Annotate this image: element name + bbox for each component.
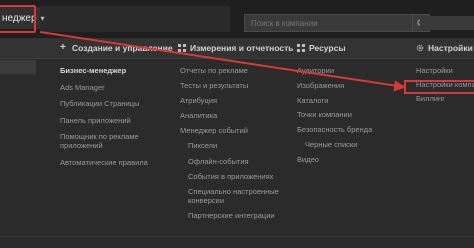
menu-item-page-posts[interactable]: Публикации Страницы <box>60 99 160 108</box>
chevron-down-icon: ▾ <box>40 13 45 23</box>
highlight-box-business-settings <box>404 80 474 94</box>
menu-item-app-dashboard[interactable]: Панель приложений <box>60 116 160 125</box>
account-switcher[interactable] <box>420 16 474 30</box>
menu-item-app-events[interactable]: События в приложениях <box>180 172 288 181</box>
menu-item-business-manager[interactable]: Бизнес-менеджер <box>60 66 160 75</box>
topbar-blurred-area <box>40 6 230 32</box>
menu-item-analytics[interactable]: Аналитика <box>180 111 288 120</box>
menu-item-offline-events[interactable]: Офлайн-события <box>180 157 288 166</box>
section-header-settings: Настройки <box>416 38 473 58</box>
search-input[interactable] <box>244 14 414 32</box>
menu-item-billing[interactable]: Биллинг <box>416 94 474 103</box>
section-header-resources: Ресурсы <box>297 38 346 58</box>
menu-item-brand-safety[interactable]: Безопасность бренда <box>297 125 372 134</box>
menu-item-block-lists[interactable]: Черные списки <box>297 140 372 149</box>
menu-item-audiences[interactable]: Аудитории <box>297 66 372 75</box>
menu-item-ads-reporting[interactable]: Отчеты по рекламе <box>180 66 288 75</box>
gear-icon <box>416 44 424 52</box>
menu-item-custom-conversions[interactable]: Специально настроенные конверсии <box>180 187 288 205</box>
plus-icon: + <box>60 42 66 53</box>
menu-column-resources: Аудитории Изображения Каталоги Точки ком… <box>297 66 372 170</box>
grid-icon <box>297 44 305 52</box>
menu-item-videos[interactable]: Видео <box>297 155 372 164</box>
section-header-create-manage: + Создание и управление <box>60 42 173 54</box>
left-selected-strip <box>0 60 36 74</box>
menu-item-settings[interactable]: Настройки <box>416 66 474 75</box>
menu-item-partner-integrations[interactable]: Партнерские интеграции <box>180 211 288 220</box>
bottom-divider <box>0 236 474 237</box>
menu-column-measure-report: Отчеты по рекламе Тесты и результаты Атр… <box>180 66 288 226</box>
menu-item-pixels[interactable]: Пиксели <box>180 141 288 150</box>
menu-item-ads-manager[interactable]: Ads Manager <box>60 83 160 92</box>
menu-column-create-manage: Бизнес-менеджер Ads Manager Публикации С… <box>60 66 160 174</box>
menu-item-app-ads-helper[interactable]: Помощник по рекламе приложений <box>60 132 160 150</box>
menu-item-automated-rules[interactable]: Автоматические правила <box>60 158 160 167</box>
menu-item-business-locations[interactable]: Точки компании <box>297 110 372 119</box>
grid-icon <box>178 44 186 52</box>
menu-item-images[interactable]: Изображения <box>297 81 372 90</box>
highlight-box-menu-button <box>0 5 36 33</box>
section-header-measure-report: Измерения и отчетность <box>178 38 294 58</box>
menu-item-attribution[interactable]: Атрибуция <box>180 96 288 105</box>
menu-item-catalogs[interactable]: Каталоги <box>297 96 372 105</box>
menu-item-events-manager[interactable]: Менеджер событий <box>180 126 288 135</box>
menu-item-test-and-learn[interactable]: Тесты и результаты <box>180 81 288 90</box>
